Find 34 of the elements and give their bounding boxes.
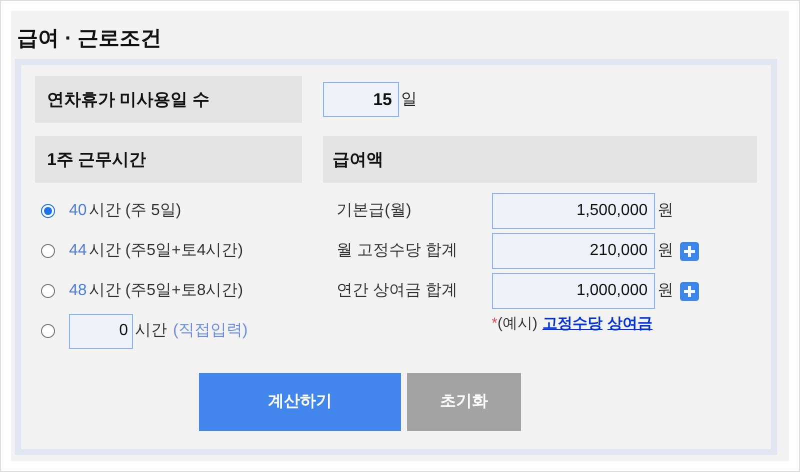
unit-label: 원: [658, 281, 674, 301]
radio-button[interactable]: [41, 284, 55, 298]
label-header: 1주 근무시간: [35, 136, 302, 183]
amount-field[interactable]: 210,000: [492, 233, 655, 269]
example-link[interactable]: 고정수당: [542, 313, 602, 336]
amount-field[interactable]: 1,500,000: [492, 193, 655, 229]
option-label: 시간 (주5일+토4시간): [88, 241, 244, 261]
radio-button[interactable]: [41, 324, 55, 338]
radio-button[interactable]: [41, 204, 55, 218]
field-label: 기본급(월): [336, 201, 412, 221]
hours-value: 40: [69, 201, 87, 221]
hours-value: 44: [69, 241, 87, 261]
amount-field[interactable]: 1,000,000: [492, 273, 655, 309]
radio-button[interactable]: [41, 244, 55, 258]
unit-label: 원: [658, 241, 674, 261]
unit-label: 원: [658, 201, 674, 221]
hours-field[interactable]: 0: [69, 314, 133, 348]
label-header: 급여액: [322, 136, 757, 183]
label-header: 연차휴가 미사용일 수: [35, 76, 302, 123]
calculate-button[interactable]: 계산하기: [199, 373, 401, 431]
hint-text: (직접입력): [173, 321, 248, 341]
note-text: *(예시): [492, 314, 538, 334]
unit-label: 시간: [135, 321, 167, 341]
plus-icon[interactable]: [680, 282, 699, 300]
plus-icon[interactable]: [680, 242, 699, 260]
field-label: 연간 상여금 합계: [336, 281, 459, 301]
input-field[interactable]: 15: [323, 82, 399, 117]
option-label: 시간 (주 5일): [88, 201, 182, 221]
section-title: 급여 · 근로조건: [16, 26, 163, 52]
field-label: 월 고정수당 합계: [336, 241, 459, 261]
example-link[interactable]: 상여금: [607, 313, 652, 336]
option-label: 시간 (주5일+토8시간): [88, 281, 244, 301]
unit-label: 일: [401, 90, 417, 110]
hours-value: 48: [69, 281, 87, 301]
